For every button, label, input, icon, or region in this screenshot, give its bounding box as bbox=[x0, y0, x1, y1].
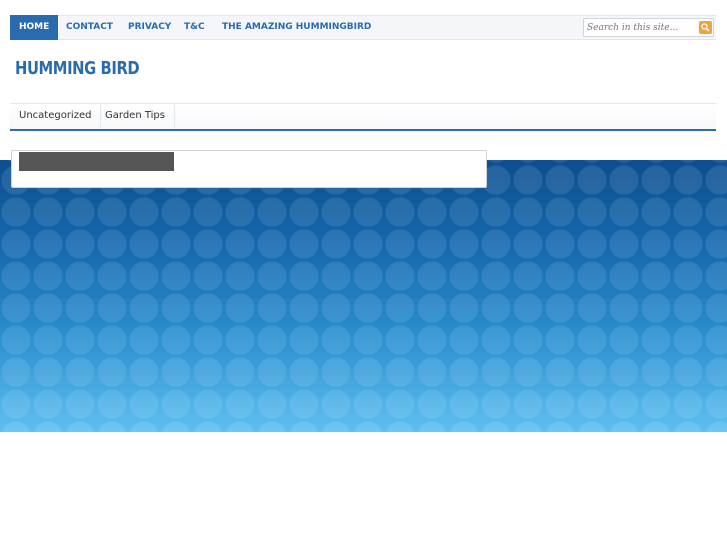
background-pattern bbox=[0, 160, 727, 432]
search-input[interactable] bbox=[587, 20, 697, 35]
content-panel bbox=[11, 150, 487, 188]
category-garden-tips[interactable]: Garden Tips bbox=[96, 104, 175, 128]
nav-item-tc[interactable]: T&C bbox=[175, 16, 214, 39]
nav-item-home[interactable]: HOME bbox=[10, 15, 59, 40]
nav-item-contact[interactable]: CONTACT bbox=[57, 16, 122, 39]
category-bar-underline bbox=[10, 129, 716, 131]
category-bar: Uncategorized Garden Tips bbox=[10, 103, 716, 131]
site-title[interactable]: HUMMING BIRD bbox=[15, 58, 140, 79]
search-icon bbox=[701, 23, 710, 32]
search-button[interactable] bbox=[699, 21, 712, 34]
search-box bbox=[583, 18, 714, 37]
category-uncategorized[interactable]: Uncategorized bbox=[10, 104, 102, 128]
nav-item-privacy[interactable]: PRIVACY bbox=[119, 16, 180, 39]
nav-item-the-amazing-hummingbird[interactable]: THE AMAZING HUMMINGBIRD bbox=[213, 16, 380, 39]
content-placeholder-bar bbox=[19, 152, 174, 171]
background-band bbox=[0, 160, 727, 432]
